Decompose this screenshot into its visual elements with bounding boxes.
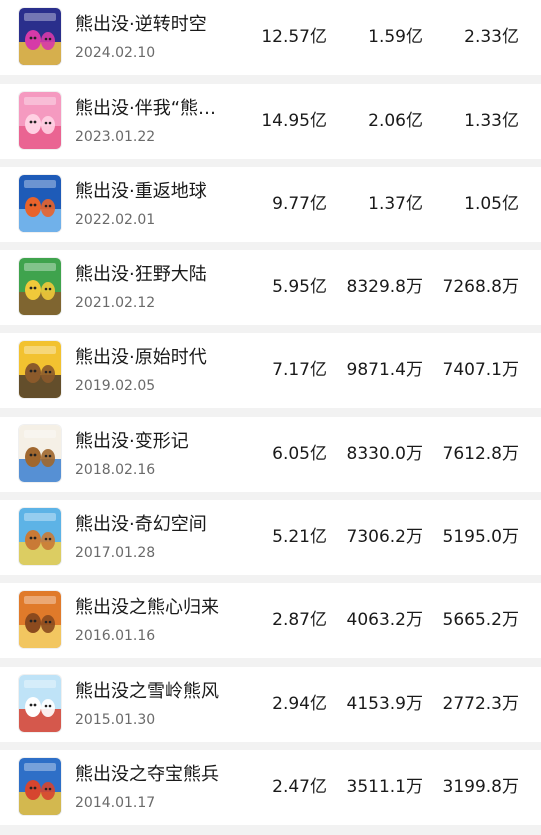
box-office-value-3: 1.33亿 [464,111,519,131]
movie-poster[interactable] [19,591,61,648]
movie-poster[interactable] [19,175,61,232]
box-office-value-3: 5665.2万 [442,610,519,630]
movie-title[interactable]: 熊出没之熊心归来 [75,597,235,619]
poster-image [19,175,61,232]
movie-title[interactable]: 熊出没·原始时代 [75,347,235,369]
movie-title[interactable]: 熊出没·变形记 [75,431,235,453]
movie-row[interactable]: 熊出没·重返地球 2022.02.01 9.77亿 1.37亿 1.05亿 [0,167,541,242]
box-office-value-2: 3511.1万 [346,777,423,797]
box-office-value-1: 7.17亿 [272,360,327,380]
box-office-value-1: 14.95亿 [261,111,327,131]
release-date: 2017.01.28 [75,545,156,561]
movie-poster[interactable] [19,341,61,398]
poster-image [19,425,61,482]
release-date: 2021.02.12 [75,295,156,311]
box-office-value-2: 4063.2万 [346,610,423,630]
release-date: 2019.02.05 [75,378,156,394]
box-office-value-2: 1.37亿 [368,194,423,214]
movie-row[interactable]: 熊出没·原始时代 2019.02.05 7.17亿 9871.4万 7407.1万 [0,333,541,408]
box-office-value-3: 2772.3万 [442,694,519,714]
movie-title[interactable]: 熊出没·狂野大陆 [75,264,235,286]
box-office-value-1: 2.87亿 [272,610,327,630]
movie-row[interactable]: 熊出没·狂野大陆 2021.02.12 5.95亿 8329.8万 7268.8万 [0,250,541,325]
movie-box-office-list: 熊出没·逆转时空 2024.02.10 12.57亿 1.59亿 2.33亿熊出没·伴我… [0,0,541,835]
poster-image [19,758,61,815]
movie-row[interactable]: 熊出没·奇幻空间 2017.01.28 5.21亿 7306.2万 5195.0万 [0,500,541,575]
movie-title[interactable]: 熊出没之雪岭熊风 [75,681,235,703]
box-office-value-3: 7407.1万 [442,360,519,380]
box-office-value-2: 2.06亿 [368,111,423,131]
box-office-value-2: 1.59亿 [368,27,423,47]
box-office-value-1: 6.05亿 [272,444,327,464]
box-office-value-1: 2.94亿 [272,694,327,714]
movie-poster[interactable] [19,92,61,149]
movie-poster[interactable] [19,8,61,65]
movie-row[interactable]: 熊出没之夺宝熊兵 2014.01.17 2.47亿 3511.1万 3199.8万 [0,750,541,825]
box-office-value-2: 7306.2万 [346,527,423,547]
release-date: 2024.02.10 [75,45,156,61]
movie-row[interactable]: 熊出没之熊心归来 2016.01.16 2.87亿 4063.2万 5665.2万 [0,583,541,658]
movie-title[interactable]: 熊出没·逆转时空 [75,14,235,36]
release-date: 2015.01.30 [75,712,156,728]
movie-poster[interactable] [19,508,61,565]
movie-poster[interactable] [19,758,61,815]
box-office-value-3: 2.33亿 [464,27,519,47]
poster-image [19,258,61,315]
poster-image [19,341,61,398]
poster-image [19,508,61,565]
movie-row[interactable]: 熊出没·伴我“熊… 2023.01.22 14.95亿 2.06亿 1.33亿 [0,84,541,159]
box-office-value-3: 3199.8万 [442,777,519,797]
box-office-value-1: 2.47亿 [272,777,327,797]
box-office-value-1: 12.57亿 [261,27,327,47]
box-office-value-2: 8330.0万 [346,444,423,464]
movie-title[interactable]: 熊出没·伴我“熊… [75,98,235,120]
box-office-value-1: 9.77亿 [272,194,327,214]
movie-poster[interactable] [19,425,61,482]
poster-image [19,591,61,648]
release-date: 2022.02.01 [75,212,156,228]
movie-poster[interactable] [19,258,61,315]
box-office-value-2: 9871.4万 [346,360,423,380]
movie-row[interactable]: 熊出没·逆转时空 2024.02.10 12.57亿 1.59亿 2.33亿 [0,0,541,75]
movie-title[interactable]: 熊出没之夺宝熊兵 [75,764,235,786]
box-office-value-3: 7268.8万 [442,277,519,297]
box-office-value-2: 4153.9万 [346,694,423,714]
box-office-value-3: 7612.8万 [442,444,519,464]
poster-image [19,8,61,65]
poster-image [19,92,61,149]
release-date: 2014.01.17 [75,795,156,811]
box-office-value-1: 5.95亿 [272,277,327,297]
box-office-value-3: 5195.0万 [442,527,519,547]
movie-poster[interactable] [19,675,61,732]
release-date: 2016.01.16 [75,628,156,644]
poster-image [19,675,61,732]
box-office-value-3: 1.05亿 [464,194,519,214]
release-date: 2023.01.22 [75,129,156,145]
box-office-value-2: 8329.8万 [346,277,423,297]
movie-title[interactable]: 熊出没·重返地球 [75,181,235,203]
movie-row[interactable]: 熊出没·变形记 2018.02.16 6.05亿 8330.0万 7612.8万 [0,417,541,492]
movie-title[interactable]: 熊出没·奇幻空间 [75,514,235,536]
movie-row[interactable]: 熊出没之雪岭熊风 2015.01.30 2.94亿 4153.9万 2772.3万 [0,667,541,742]
box-office-value-1: 5.21亿 [272,527,327,547]
release-date: 2018.02.16 [75,462,156,478]
